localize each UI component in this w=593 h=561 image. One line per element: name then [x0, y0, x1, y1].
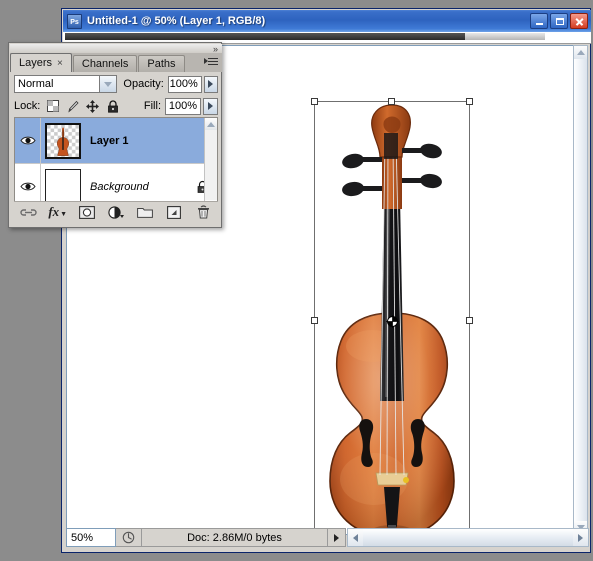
maximize-button[interactable]	[550, 13, 568, 29]
fill-label: Fill:	[143, 100, 161, 112]
pegbox	[384, 133, 398, 159]
layer-name[interactable]: Layer 1	[90, 135, 129, 147]
layer-thumbnail[interactable]	[45, 168, 81, 205]
layer-style-fx-icon[interactable]: fx ▼	[48, 204, 68, 221]
window-controls	[530, 13, 588, 29]
vertical-scroll-thumb[interactable]	[574, 59, 587, 521]
layers-panel-footer: fx ▼	[14, 201, 218, 222]
panel-menu-icon[interactable]	[204, 57, 218, 69]
top-strip-light	[465, 33, 545, 40]
scroll-left-button[interactable]	[348, 529, 363, 546]
eye-icon	[19, 136, 36, 145]
blend-mode-select[interactable]: Normal	[14, 75, 118, 93]
fine-tuner	[403, 477, 409, 483]
document-info-menu-button[interactable]	[328, 528, 346, 547]
layer-thumbnail[interactable]	[45, 122, 81, 159]
table-row[interactable]: Layer 1	[15, 118, 217, 164]
layers-list-scrollbar[interactable]	[204, 118, 217, 212]
layers-scroll-up-button[interactable]	[205, 118, 217, 130]
zoom-level-input[interactable]: 50%	[66, 528, 116, 547]
blend-mode-row: Normal Opacity: 100%	[10, 72, 222, 96]
lock-label: Lock:	[14, 100, 41, 112]
document-profile-button[interactable]	[116, 528, 142, 547]
lock-transparency-icon[interactable]	[45, 99, 60, 114]
add-layer-mask-icon[interactable]	[77, 204, 97, 221]
layers-list[interactable]: Layer 1 Background	[14, 117, 218, 213]
fill-input[interactable]: 100%	[165, 97, 201, 115]
link-layers-icon[interactable]	[19, 204, 39, 221]
document-status-bar: 50% Doc: 2.86M/0 bytes	[66, 528, 589, 547]
lock-position-icon[interactable]	[85, 99, 100, 114]
tab-paths[interactable]: Paths	[138, 55, 185, 72]
tab-layers[interactable]: Layers ×	[10, 53, 72, 72]
photoshop-app-icon: Ps	[67, 13, 82, 29]
delete-layer-icon[interactable]	[193, 204, 213, 221]
scroll-up-button[interactable]	[574, 46, 587, 59]
tab-channels-label: Channels	[81, 58, 129, 70]
canvas-vertical-scrollbar[interactable]	[573, 45, 588, 535]
minimize-button[interactable]	[530, 13, 548, 29]
chevron-down-icon[interactable]	[99, 76, 117, 92]
horizontal-scroll-thumb[interactable]	[363, 529, 573, 546]
scroll-right-button[interactable]	[573, 529, 588, 546]
tab-close-icon[interactable]: ×	[57, 58, 63, 69]
doc-profile-icon	[122, 531, 135, 544]
close-button[interactable]	[570, 13, 588, 29]
blend-mode-value: Normal	[18, 78, 54, 90]
lock-row: Lock: Fill: 100%	[10, 95, 222, 117]
layers-panel[interactable]: » Layers × Channels Paths Normal Opacity…	[8, 42, 222, 228]
canvas-horizontal-scrollbar[interactable]	[347, 528, 589, 547]
eye-icon	[19, 182, 36, 191]
fill-slider-button[interactable]	[203, 97, 218, 115]
panel-tabs: Layers × Channels Paths	[10, 53, 222, 72]
tab-layers-label: Layers	[19, 57, 53, 69]
tab-channels[interactable]: Channels	[72, 55, 138, 72]
violin-image	[329, 104, 455, 534]
violin-artwork[interactable]	[314, 101, 470, 534]
layer-visibility-toggle[interactable]	[15, 118, 41, 163]
layer-name[interactable]: Background	[90, 181, 149, 193]
new-group-icon[interactable]	[135, 204, 155, 221]
new-layer-icon[interactable]	[164, 204, 184, 221]
opacity-label: Opacity:	[123, 78, 164, 90]
opacity-slider-button[interactable]	[203, 75, 218, 93]
lock-image-icon[interactable]	[65, 99, 80, 114]
document-info-text: Doc: 2.86M/0 bytes	[142, 528, 328, 547]
tab-paths-label: Paths	[147, 58, 176, 70]
top-strip-dark	[65, 33, 465, 40]
document-titlebar[interactable]: Ps Untitled-1 @ 50% (Layer 1, RGB/8)	[63, 10, 591, 32]
lock-all-icon[interactable]	[105, 99, 120, 114]
new-adjustment-layer-icon[interactable]	[106, 204, 126, 221]
document-title: Untitled-1 @ 50% (Layer 1, RGB/8)	[87, 15, 266, 27]
opacity-input[interactable]: 100%	[167, 75, 202, 93]
panel-drag-grip[interactable]: »	[10, 44, 222, 54]
